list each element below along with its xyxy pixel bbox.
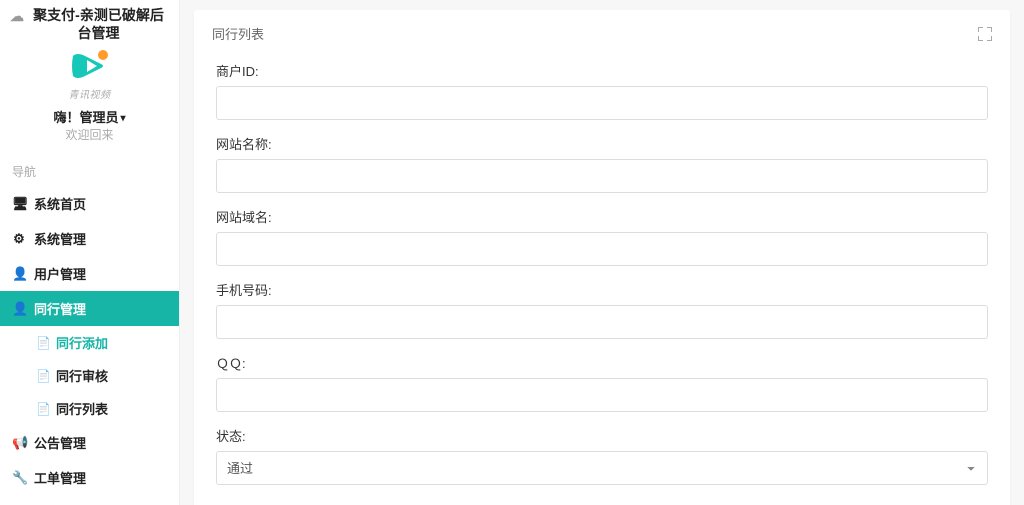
select-status[interactable]: 通过: [216, 451, 988, 485]
file-icon: 📄: [36, 402, 48, 416]
megaphone-icon: 📢: [12, 435, 26, 451]
form-card: 同行列表 商户ID: 网站名称: 网站域名: 手机号码:: [194, 10, 1010, 505]
sub-item-peer-add[interactable]: 📄 同行添加: [0, 326, 179, 359]
cloud-icon: ☁: [10, 7, 24, 25]
wrench-icon: 🔧: [12, 470, 26, 486]
nav-item-api[interactable]: ⚙ 接口管理: [0, 495, 179, 505]
nav-list: 🖥 系统首页 ⚙ 系统管理 👤 用户管理 👤 同行管理 📄 同行添加: [0, 186, 179, 505]
nav-item-notice[interactable]: 📢 公告管理: [0, 425, 179, 460]
sub-label: 同行审核: [56, 366, 108, 385]
card-title: 同行列表: [212, 24, 264, 43]
input-site-domain[interactable]: [216, 232, 988, 266]
nav-item-system[interactable]: ⚙ 系统管理: [0, 221, 179, 256]
sub-item-peer-audit[interactable]: 📄 同行审核: [0, 359, 179, 392]
file-icon: 📄: [36, 369, 48, 383]
sub-nav-peer: 📄 同行添加 📄 同行审核 📄 同行列表: [0, 326, 179, 425]
peer-form: 商户ID: 网站名称: 网站域名: 手机号码: ＱＱ:: [212, 61, 992, 505]
label-qq: ＱＱ:: [216, 353, 988, 372]
monitor-icon: 🖥: [12, 196, 26, 212]
brand-title: ☁ 聚支付-亲测已破解后台管理: [0, 0, 179, 46]
label-site-domain: 网站域名:: [216, 207, 988, 226]
nav-label: 系统首页: [34, 194, 86, 213]
user-icon: 👤: [12, 301, 26, 317]
label-status: 状态:: [216, 426, 988, 445]
sub-item-peer-list[interactable]: 📄 同行列表: [0, 392, 179, 425]
label-merchant-id: 商户ID:: [216, 61, 988, 80]
nav-header: 导航: [0, 155, 179, 186]
sub-label: 同行添加: [56, 333, 108, 352]
gears-icon: ⚙: [12, 231, 26, 247]
input-merchant-id[interactable]: [216, 86, 988, 120]
logo-subtitle: 青讯视频: [0, 86, 179, 101]
caret-down-icon: ▾: [120, 113, 125, 124]
nav-item-home[interactable]: 🖥 系统首页: [0, 186, 179, 221]
nav-item-ticket[interactable]: 🔧 工单管理: [0, 460, 179, 495]
input-phone[interactable]: [216, 305, 988, 339]
nav-label: 公告管理: [34, 433, 86, 452]
nav-label: 系统管理: [34, 229, 86, 248]
expand-icon[interactable]: [978, 27, 992, 41]
file-icon: 📄: [36, 336, 48, 350]
main-content: 同行列表 商户ID: 网站名称: 网站域名: 手机号码:: [180, 0, 1024, 505]
label-site-name: 网站名称:: [216, 134, 988, 153]
nav-label: 工单管理: [34, 468, 86, 487]
user-icon: 👤: [12, 266, 26, 282]
user-greeting[interactable]: 嗨！管理员▾: [0, 107, 179, 126]
nav-item-peer[interactable]: 👤 同行管理: [0, 291, 179, 326]
sub-label: 同行列表: [56, 399, 108, 418]
welcome-text: 欢迎回来: [0, 126, 179, 143]
nav-label: 用户管理: [34, 264, 86, 283]
brand-logo: 青讯视频: [0, 46, 179, 107]
sidebar: ☁ 聚支付-亲测已破解后台管理 青讯视频 嗨！管理员▾ 欢迎回来 导航 🖥 系统…: [0, 0, 180, 505]
nav-label: 同行管理: [34, 299, 86, 318]
label-phone: 手机号码:: [216, 280, 988, 299]
nav-item-user[interactable]: 👤 用户管理: [0, 256, 179, 291]
input-qq[interactable]: [216, 378, 988, 412]
input-site-name[interactable]: [216, 159, 988, 193]
